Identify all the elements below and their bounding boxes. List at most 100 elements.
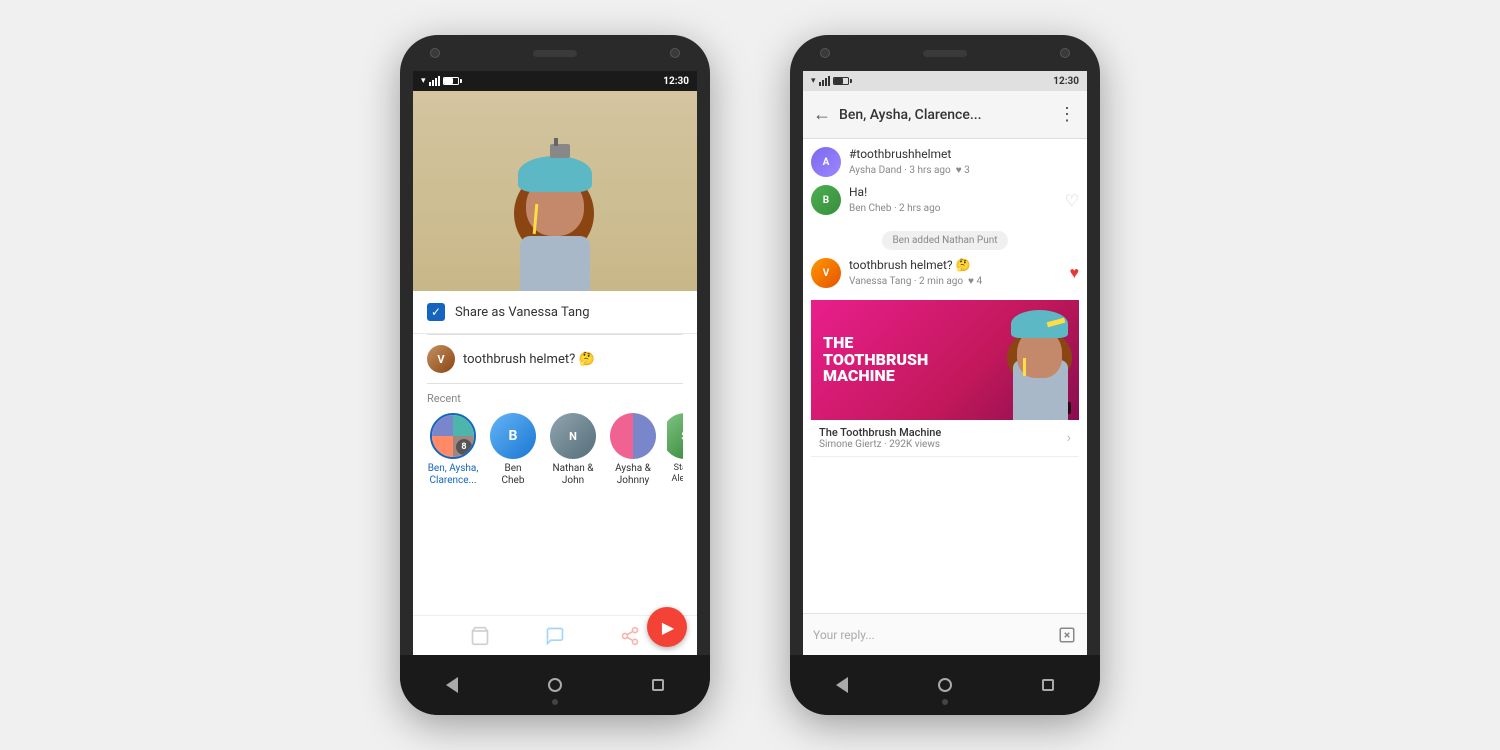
contact-name-group: Ben, Aysha,Clarence... (428, 463, 479, 487)
contact-name-stace: StaceAleja... (672, 463, 684, 485)
phone2-nav-bar (790, 655, 1100, 715)
vanessa-avatar: V (811, 258, 841, 288)
contact-item-aysha[interactable]: Aysha &Johnny (607, 413, 659, 487)
video-views: 292K views (889, 439, 940, 450)
phone2-screen: ▾ 12:30 ← Ben, Aysha, Clarence... ⋮ (803, 71, 1087, 655)
video-info-sub: Simone Giertz · 292K views (819, 439, 1067, 450)
contact-name-aysha: Aysha &Johnny (615, 463, 651, 487)
ben-meta: Ben Cheb · 2 hrs ago (849, 203, 1057, 214)
contact-name-ben: BenCheb (502, 463, 525, 487)
phone1-camera-left (430, 48, 440, 58)
contact-item-ben[interactable]: B BenCheb (487, 413, 539, 487)
phone1-dot (552, 699, 558, 705)
message-preview-text: toothbrush helmet? 🤔 (463, 352, 595, 367)
phone1-nav-bar (400, 655, 710, 715)
contact-name-nathan: Nathan & John (547, 463, 599, 487)
phone2-status-bar: ▾ 12:30 (803, 71, 1087, 91)
contact-avatar-ben: B (490, 413, 536, 459)
phone2-status-time: 12:30 (1053, 76, 1079, 87)
recent-contacts-list: 8 Ben, Aysha,Clarence... B BenCheb N Nat… (427, 413, 683, 487)
phone1-status-bar: ▾ 12:30 (413, 71, 697, 91)
video-info-text: The Toothbrush Machine Simone Giertz · 2… (819, 426, 1067, 450)
phone1-speaker (533, 50, 577, 57)
phone1-message-preview: V toothbrush helmet? 🤔 (413, 335, 697, 383)
phone2-home-btn[interactable] (934, 674, 956, 696)
video-channel: Simone Giertz (819, 439, 882, 450)
chat-msg-ben: B Ha! Ben Cheb · 2 hrs ago ♡ (811, 185, 1079, 215)
quote-icon[interactable] (543, 624, 567, 648)
collage-2 (453, 415, 474, 436)
phone1-recent-section: Recent 8 Ben, Aysha (413, 384, 697, 491)
back-arrow-icon[interactable]: ← (813, 104, 831, 125)
aysha-avatar: A (811, 147, 841, 177)
vanessa-text: toothbrush helmet? 🤔 (849, 258, 1062, 274)
phone2-back-btn[interactable] (831, 674, 853, 696)
group-badge: 8 (456, 439, 472, 455)
reply-attach-icon[interactable] (1057, 625, 1077, 645)
vanessa-heart-icon[interactable]: ♥ (1070, 263, 1080, 283)
aysha-content: #toothbrushhelmet Aysha Dand · 3 hrs ago… (849, 147, 1079, 176)
phone1-share-header[interactable]: ✓ Share as Vanessa Tang (413, 291, 697, 334)
checkmark-icon: ✓ (431, 306, 441, 318)
phone1-camera-right (670, 48, 680, 58)
phone2-signal-icon (819, 76, 830, 86)
phone1-home-btn[interactable] (544, 674, 566, 696)
vanessa-meta: Vanessa Tang · 2 min ago ♥ 4 (849, 276, 1062, 287)
video-info-title: The Toothbrush Machine (819, 426, 1067, 439)
system-message: Ben added Nathan Punt (882, 231, 1007, 250)
collage-3 (432, 436, 453, 457)
phone2-camera-right (1060, 48, 1070, 58)
phone2-recents-btn[interactable] (1037, 674, 1059, 696)
contact-avatar-stace: S (667, 413, 683, 459)
system-msg-container: Ben added Nathan Punt (811, 227, 1079, 254)
ben-heart-icon[interactable]: ♡ (1065, 191, 1079, 210)
phone1-signal-icon (429, 76, 440, 86)
share-checkbox[interactable]: ✓ (427, 303, 445, 321)
contact-item-nathan[interactable]: N Nathan & John (547, 413, 599, 487)
phone1-status-icons: ▾ (421, 76, 459, 86)
contact-item-group[interactable]: 8 Ben, Aysha,Clarence... (427, 413, 479, 487)
phone1-wifi-icon: ▾ (421, 76, 426, 86)
phone-1: ▾ 12:30 (400, 35, 710, 715)
collage-1 (432, 415, 453, 436)
phone1-video-area (413, 91, 697, 291)
video-chevron-right: › (1067, 430, 1071, 446)
phone2-reply-bar[interactable]: Your reply... (803, 613, 1087, 655)
share-label: Share as Vanessa Tang (455, 305, 590, 320)
phone2-camera-left (820, 48, 830, 58)
phone2-video-card: THETOOTHBRUSHMACHINE (811, 300, 1079, 457)
contact-avatar-group: 8 (430, 413, 476, 459)
conversation-title: Ben, Aysha, Clarence... (839, 107, 1050, 123)
contact-avatar-aysha (610, 413, 656, 459)
reply-placeholder[interactable]: Your reply... (813, 628, 1057, 642)
recent-label: Recent (427, 392, 683, 405)
phone1-share-sheet: ✓ Share as Vanessa Tang V toothbrush hel… (413, 291, 697, 655)
phone1-battery-icon (443, 77, 459, 85)
phone2-app-header: ← Ben, Aysha, Clarence... ⋮ (803, 91, 1087, 139)
vanessa-content: toothbrush helmet? 🤔 Vanessa Tang · 2 mi… (849, 258, 1062, 287)
ben-content: Ha! Ben Cheb · 2 hrs ago (849, 185, 1057, 214)
more-options-icon[interactable]: ⋮ (1058, 104, 1077, 125)
send-arrow-icon: ▶ (662, 618, 674, 637)
phone2-speaker (923, 50, 967, 57)
phone2-chat-area: A #toothbrushhelmet Aysha Dand · 3 hrs a… (803, 139, 1087, 613)
ben-avatar: B (811, 185, 841, 215)
chat-msg-vanessa: V toothbrush helmet? 🤔 Vanessa Tang · 2 … (811, 258, 1079, 288)
video-title-text: THETOOTHBRUSHMACHINE (823, 335, 928, 385)
phone2-dot (942, 699, 948, 705)
contact-item-stace[interactable]: S StaceAleja... (667, 413, 683, 487)
phone1-recents-btn[interactable] (647, 674, 669, 696)
phone1-back-btn[interactable] (441, 674, 463, 696)
vanessa-avatar-small: V (427, 345, 455, 373)
video-info-row[interactable]: The Toothbrush Machine Simone Giertz · 2… (811, 420, 1079, 457)
phone2-status-icons: ▾ (811, 76, 849, 86)
send-fab[interactable]: ▶ (647, 607, 687, 647)
phone-2: ▾ 12:30 ← Ben, Aysha, Clarence... ⋮ (790, 35, 1100, 715)
aysha-text: #toothbrushhelmet (849, 147, 1079, 163)
phone1-status-time: 12:30 (663, 76, 689, 87)
aysha-meta: Aysha Dand · 3 hrs ago ♥ 3 (849, 165, 1079, 176)
cart-icon[interactable] (468, 624, 492, 648)
video-thumbnail: THETOOTHBRUSHMACHINE (811, 300, 1079, 420)
share-icon-bottom[interactable] (618, 624, 642, 648)
phone2-wifi-icon: ▾ (811, 76, 816, 86)
